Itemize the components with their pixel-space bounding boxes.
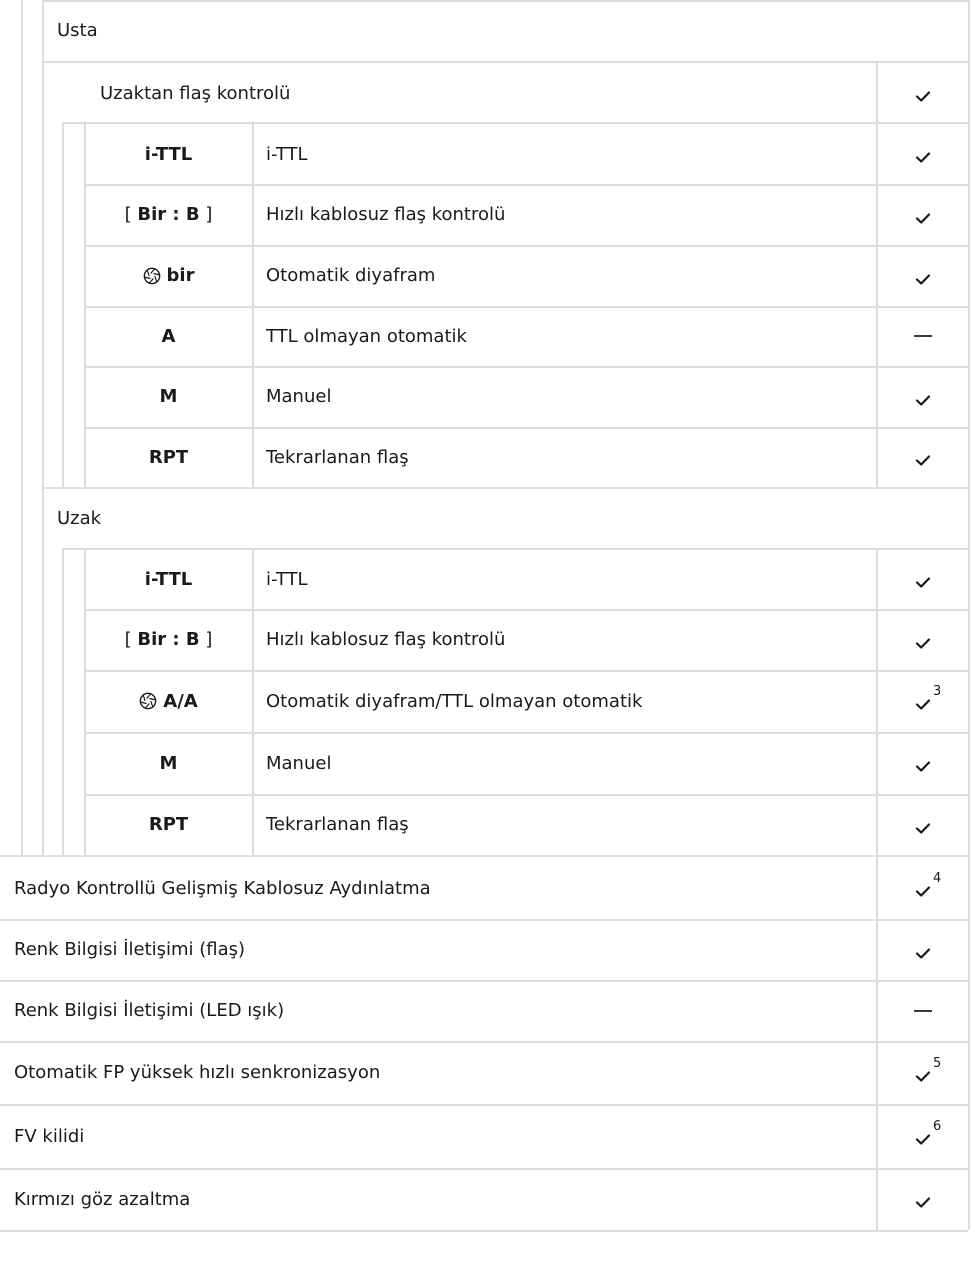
mode-code-text: M: [159, 386, 178, 407]
mode-code: M: [85, 366, 252, 427]
dash-icon: [914, 1009, 932, 1012]
check-icon: [915, 152, 931, 163]
mode-description: Hızlı kablosuz flaş kontrolü: [266, 204, 506, 225]
mode-description: Otomatik diyafram/TTL olmayan otomatik: [266, 690, 643, 712]
check-icon: [915, 886, 931, 897]
mode-code: i-TTL: [85, 124, 252, 184]
footnote-marker: 6: [933, 1119, 942, 1134]
mode-description: TTL olmayan otomatik: [266, 325, 467, 347]
check-icon: [915, 699, 931, 710]
mode-code-text: bir: [166, 265, 195, 286]
mode-description: i-TTL: [266, 568, 308, 590]
remote-mode-indent-line: [62, 548, 64, 855]
master-mode-indent-line: [62, 122, 64, 487]
check-icon: [915, 822, 931, 834]
check-icon: [915, 91, 931, 102]
row-divider: [42, 487, 968, 489]
mode-code-text: i-TTL: [144, 568, 193, 590]
bracket-open: [: [124, 204, 138, 225]
mode-code: A: [85, 306, 252, 366]
check-icon: [915, 1070, 931, 1082]
mode-description: Hızlı kablosuz flaş kontrolü: [266, 629, 506, 650]
mode-description: Manuel: [266, 752, 332, 774]
check-icon: [915, 577, 931, 588]
mode-description: Otomatik diyafram: [266, 265, 436, 286]
mode-code-text: M: [159, 752, 178, 774]
mode-code: RPT: [85, 794, 252, 855]
mode-description: Tekrarlanan flaş: [266, 814, 409, 835]
footnote-marker: 5: [933, 1055, 942, 1071]
mode-code-text: Bir : B: [137, 629, 200, 650]
mode-code-text: i-TTL: [144, 143, 193, 165]
mode-code-text: A: [161, 325, 176, 347]
row-divider: [0, 1104, 968, 1106]
master-indent-line: [42, 0, 44, 855]
check-icon: [915, 947, 931, 959]
mode-code: i-TTL: [85, 549, 252, 609]
support-column-divider: [876, 548, 878, 1230]
row-divider: [0, 1230, 968, 1232]
mode-code: [ Bir : B ]: [85, 184, 252, 245]
feature-label: Kırmızı göz azaltma: [14, 1188, 191, 1210]
feature-label: Renk Bilgisi İletişimi (LED ışık): [14, 1000, 285, 1021]
mode-code-right-line: [252, 122, 254, 487]
outer-indent-line: [21, 0, 23, 855]
remote-flash-control-label: Uzaktan flaş kontrolü: [100, 82, 291, 104]
aperture-icon: [143, 267, 160, 284]
mode-code-text: RPT: [148, 814, 189, 835]
feature-label: FV kilidi: [14, 1125, 85, 1147]
bracket-close: ]: [199, 204, 213, 225]
mode-description: i-TTL: [266, 143, 308, 165]
table-right-border: [968, 0, 970, 1230]
check-icon: [915, 637, 931, 649]
mode-code: [ Bir : B ]: [85, 609, 252, 670]
mode-code-text: A/A: [163, 690, 198, 712]
mode-description: Manuel: [266, 386, 332, 407]
mode-code: bir: [85, 245, 252, 306]
mode-code-text: RPT: [148, 446, 189, 468]
mode-description: Tekrarlanan flaş: [266, 446, 409, 468]
aperture-icon: [139, 692, 157, 710]
check-icon: [915, 761, 931, 772]
bracket-open: [: [124, 629, 138, 650]
flash-compatibility-table: Usta Uzaktan flaş kontrolü Uzak i-TTL i-T…: [0, 0, 975, 1271]
remote-section-label: Uzak: [57, 507, 102, 529]
feature-label: Otomatik FP yüksek hızlı senkronizasyon: [14, 1062, 381, 1083]
mode-code: M: [85, 732, 252, 794]
dash-icon: [914, 335, 932, 337]
table-top-border: [42, 0, 968, 2]
feature-label: Renk Bilgisi İletişimi (flaş): [14, 939, 246, 960]
mode-code-text: Bir : B: [137, 204, 200, 225]
support-column-divider: [876, 61, 878, 487]
check-icon: [915, 1134, 931, 1145]
check-icon: [915, 212, 931, 224]
bracket-close: ]: [199, 629, 213, 650]
mode-code-right-line: [252, 548, 254, 855]
check-icon: [915, 273, 931, 285]
mode-code: A/A: [85, 670, 252, 732]
feature-label: Radyo Kontrollü Gelişmiş Kablosuz Aydınl…: [14, 877, 431, 899]
check-icon: [915, 394, 931, 406]
row-divider: [42, 61, 968, 63]
master-section-label: Usta: [57, 20, 98, 41]
footnote-marker: 3: [933, 684, 942, 699]
footnote-marker: 4: [933, 871, 942, 886]
check-icon: [915, 455, 931, 466]
mode-code: RPT: [85, 427, 252, 487]
check-icon: [915, 1197, 931, 1208]
